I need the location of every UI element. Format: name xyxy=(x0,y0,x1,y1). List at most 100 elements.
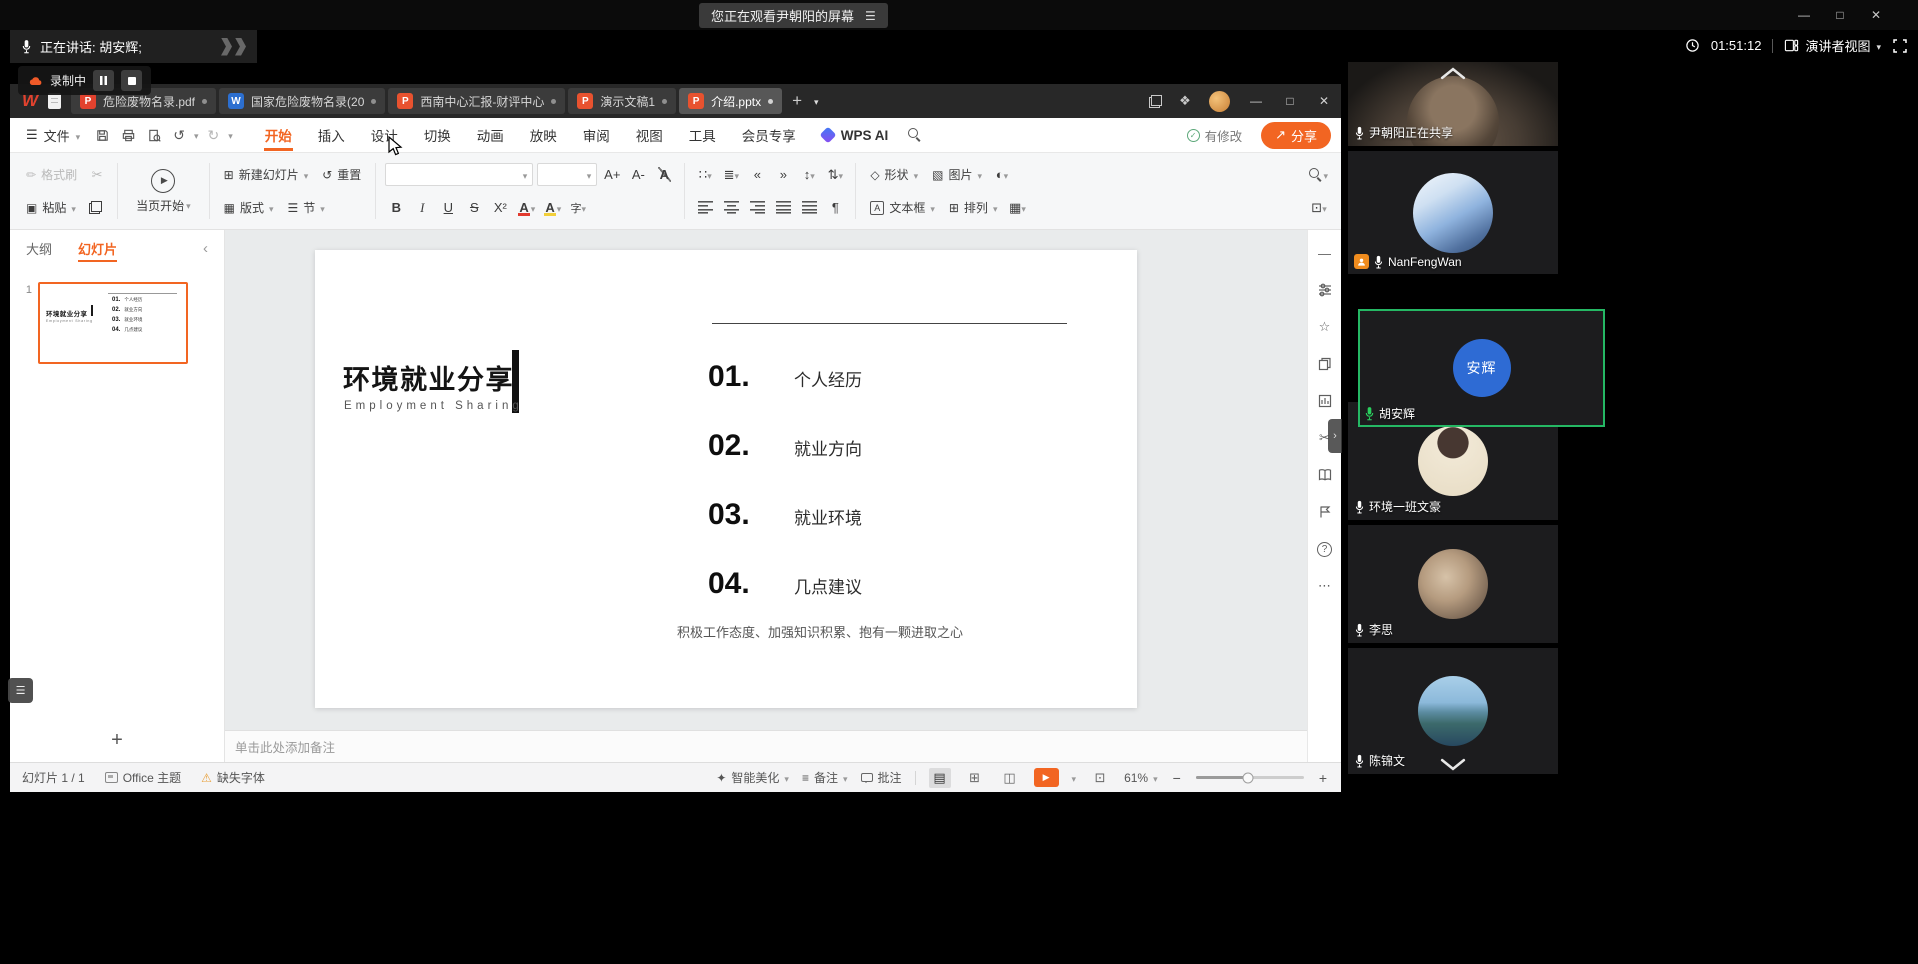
fill-button[interactable] xyxy=(991,164,1013,186)
increase-font-button[interactable]: A+ xyxy=(601,164,623,186)
layout-button[interactable]: 版式 xyxy=(219,196,279,219)
increase-indent-button[interactable] xyxy=(772,164,794,186)
add-slide-button[interactable]: + xyxy=(10,718,224,762)
doc-tab-ppt-1[interactable]: P 西南中心汇报-财评中心 xyxy=(388,88,565,114)
adjust-sliders-icon[interactable] xyxy=(1316,281,1334,299)
arrange-button[interactable]: 排列 xyxy=(944,196,1003,219)
table-style-button[interactable] xyxy=(1006,197,1028,219)
tab-animation[interactable]: 动画 xyxy=(464,118,517,153)
flag-icon[interactable] xyxy=(1316,503,1334,521)
cut-button[interactable] xyxy=(86,164,108,186)
chart-icon[interactable] xyxy=(1316,392,1334,410)
line-spacing-button[interactable] xyxy=(824,164,846,186)
more-dots-icon[interactable]: ⋯ xyxy=(1316,577,1334,595)
reading-view-button[interactable]: ◫ xyxy=(999,768,1021,788)
selection-pane-button[interactable] xyxy=(1308,197,1330,219)
undo-icon[interactable]: ↺ xyxy=(171,127,187,144)
slide[interactable]: 环境就业分享 Employment Sharing 01.个人经历 02.就业方… xyxy=(315,250,1137,708)
participant-tile[interactable]: 陈锦文 xyxy=(1348,648,1558,774)
print-icon[interactable] xyxy=(119,128,138,143)
zoom-slider-handle[interactable] xyxy=(1242,772,1253,783)
redo-icon[interactable]: ↻ xyxy=(205,127,221,144)
slide-canvas[interactable]: 环境就业分享 Employment Sharing 01.个人经历 02.就业方… xyxy=(225,230,1307,730)
split-window-icon[interactable] xyxy=(1140,95,1170,108)
normal-view-button[interactable]: ▤ xyxy=(929,768,951,788)
account-avatar[interactable] xyxy=(1209,91,1230,112)
zoom-out-button[interactable]: − xyxy=(1171,770,1183,786)
meeting-close-button[interactable]: ✕ xyxy=(1858,0,1894,30)
copy-pages-icon[interactable] xyxy=(1316,355,1334,373)
tab-slides[interactable]: 幻灯片 xyxy=(78,230,117,266)
slide-thumbnail[interactable]: 环境就业分享 Employment Sharing 01.个人经历 02.就业方… xyxy=(38,282,188,364)
paragraph-settings-button[interactable] xyxy=(824,197,846,219)
superscript-button[interactable]: X² xyxy=(489,197,511,219)
tab-wps-ai[interactable]: WPS AI xyxy=(809,118,902,153)
redo-dropdown[interactable] xyxy=(228,126,233,144)
share-button[interactable]: ↗ 分享 xyxy=(1261,122,1331,149)
slide-sorter-view-button[interactable]: ⊞ xyxy=(964,768,986,788)
align-center-button[interactable] xyxy=(720,197,742,219)
tab-transition[interactable]: 切换 xyxy=(411,118,464,153)
zoom-level[interactable]: 61% xyxy=(1124,771,1158,785)
book-icon[interactable] xyxy=(1316,466,1334,484)
play-from-current-button[interactable]: 当页开始 xyxy=(127,169,200,214)
panel-collapse-icon[interactable]: ‹ xyxy=(203,240,208,257)
tab-review[interactable]: 审阅 xyxy=(570,118,623,153)
toast-menu-icon[interactable]: ☰ xyxy=(865,9,876,23)
bold-button[interactable]: B xyxy=(385,197,407,219)
scroll-up-icon[interactable] xyxy=(1440,67,1466,80)
file-menu[interactable]: ☰ 文件 xyxy=(20,126,86,145)
font-color-button[interactable]: A xyxy=(515,197,537,219)
save-icon[interactable] xyxy=(93,128,112,143)
font-family-select[interactable] xyxy=(385,163,533,186)
tab-member[interactable]: 会员专享 xyxy=(729,118,809,153)
star-icon[interactable]: ☆ xyxy=(1316,318,1334,336)
collapse-line-icon[interactable]: — xyxy=(1316,244,1334,262)
align-right-button[interactable] xyxy=(746,197,768,219)
tab-slideshow[interactable]: 放映 xyxy=(517,118,570,153)
play-options-dropdown[interactable] xyxy=(1072,771,1077,785)
view-mode-selector[interactable]: 演讲者视图 xyxy=(1784,36,1881,55)
slide-panel-toggle[interactable]: ☰ xyxy=(8,678,33,703)
doc-tab-word[interactable]: W 国家危险废物名录(20 xyxy=(219,88,385,114)
pause-recording-button[interactable] xyxy=(93,70,114,91)
text-direction-button[interactable] xyxy=(798,164,820,186)
fullscreen-icon[interactable] xyxy=(1892,38,1908,54)
zoom-in-button[interactable]: + xyxy=(1317,770,1329,786)
section-button[interactable]: 节 xyxy=(283,196,330,219)
tab-home[interactable]: 开始 xyxy=(252,118,305,153)
missing-font-warning[interactable]: ⚠ 缺失字体 xyxy=(201,769,265,786)
tab-insert[interactable]: 插入 xyxy=(305,118,358,153)
align-left-button[interactable] xyxy=(694,197,716,219)
notes-button[interactable]: 备注 xyxy=(802,769,848,786)
participant-tile-sharing[interactable]: 尹朝阳正在共享 xyxy=(1348,62,1558,146)
font-size-select[interactable] xyxy=(537,163,597,186)
beautify-button[interactable]: 智能美化 xyxy=(716,769,789,786)
underline-button[interactable]: U xyxy=(437,197,459,219)
shapes-button[interactable]: 形状 xyxy=(865,163,923,186)
bullet-list-button[interactable] xyxy=(694,164,716,186)
strikethrough-button[interactable]: S xyxy=(463,197,485,219)
fit-slide-button[interactable] xyxy=(1089,768,1111,788)
highlight-color-button[interactable]: A xyxy=(541,197,563,219)
paste-button[interactable]: 粘贴 xyxy=(21,196,81,219)
help-icon[interactable] xyxy=(1316,540,1334,558)
theme-indicator[interactable]: Office 主题 xyxy=(105,769,181,786)
tab-view[interactable]: 视图 xyxy=(623,118,676,153)
meeting-maximize-button[interactable]: □ xyxy=(1822,0,1858,30)
meeting-minimize-button[interactable]: — xyxy=(1786,0,1822,30)
notes-bar[interactable]: 单击此处添加备注 xyxy=(225,730,1307,762)
textbox-button[interactable]: 文本框 xyxy=(865,196,940,219)
play-slideshow-button[interactable]: ▶ xyxy=(1034,768,1059,787)
picture-button[interactable]: 图片 xyxy=(927,163,987,186)
participant-tile-speaking[interactable]: 安辉 胡安辉 xyxy=(1358,309,1605,427)
doc-tab-active[interactable]: P 介绍.pptx xyxy=(679,88,782,114)
new-document-icon[interactable] xyxy=(48,93,61,109)
search-icon[interactable] xyxy=(908,128,922,142)
italic-button[interactable]: I xyxy=(411,197,433,219)
undo-dropdown[interactable] xyxy=(194,126,199,144)
copy-button[interactable] xyxy=(85,197,107,219)
new-tab-button[interactable]: + xyxy=(785,91,809,111)
justify-button[interactable] xyxy=(772,197,794,219)
find-button[interactable] xyxy=(1307,164,1330,186)
